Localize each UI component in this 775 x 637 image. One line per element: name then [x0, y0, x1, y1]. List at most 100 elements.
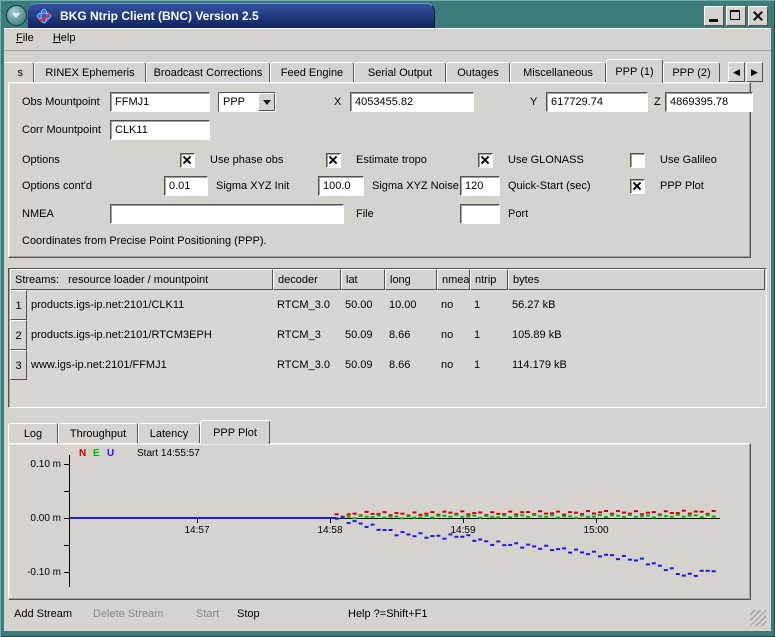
tab-scroll-left-button[interactable]: ◀ — [728, 62, 745, 82]
tab-outages[interactable]: Outages — [446, 62, 510, 82]
sigma-xyz-init-label: Sigma XYZ Init — [216, 179, 289, 193]
resize-grip[interactable] — [750, 610, 766, 626]
cell-nmea[interactable]: no — [437, 350, 470, 380]
cell-nmea[interactable]: no — [437, 290, 470, 320]
cell-mountpoint[interactable]: products.igs-ip.net:2101/RTCM3EPH — [27, 320, 273, 350]
cell-bytes[interactable]: 56.27 kB — [508, 290, 765, 320]
maximize-icon — [730, 10, 740, 20]
estimate-tropo-label: Estimate tropo — [356, 153, 427, 167]
cell-decoder[interactable]: RTCM_3.0 — [273, 350, 341, 380]
window-menu-button[interactable] — [6, 5, 27, 26]
tab-broadcast-corrections[interactable]: Broadcast Corrections — [146, 62, 270, 82]
ppp-note: Coordinates from Precise Point Positioni… — [22, 234, 267, 248]
cell-mountpoint[interactable]: www.igs-ip.net:2101/FFMJ1 — [27, 350, 273, 380]
x-label: X — [334, 95, 341, 109]
obs-mountpoint-field[interactable]: FFMJ1 — [110, 92, 210, 112]
app-window: BKG Ntrip Client (BNC) Version 2.5 File … — [0, 0, 775, 637]
add-stream-button[interactable]: Add Stream — [14, 608, 72, 620]
use-glonass-checkbox[interactable] — [478, 153, 493, 168]
table-row[interactable]: 2 products.igs-ip.net:2101/RTCM3EPH RTCM… — [10, 320, 765, 350]
sigma-xyz-init-field[interactable]: 0.01 — [164, 176, 208, 196]
cell-long[interactable]: 10.00 — [385, 290, 437, 320]
cell-long[interactable]: 8.66 — [385, 350, 437, 380]
cell-nmea[interactable]: no — [437, 320, 470, 350]
tab-serial-output[interactable]: Serial Output — [354, 62, 446, 82]
start-button[interactable]: Start — [196, 608, 219, 620]
chevron-down-icon — [263, 100, 271, 105]
minimize-button[interactable] — [704, 6, 724, 26]
ppp-combo[interactable]: PPP — [218, 92, 276, 112]
col-header-streams[interactable]: Streams: resource loader / mountpoint — [10, 269, 273, 290]
sigma-xyz-noise-field[interactable]: 100.0 — [318, 176, 364, 196]
tab-throughput[interactable]: Throughput — [58, 423, 138, 443]
obs-mountpoint-label: Obs Mountpoint — [22, 95, 100, 109]
cell-ntrip[interactable]: 1 — [470, 320, 508, 350]
cell-lat[interactable]: 50.09 — [341, 320, 385, 350]
ppp-plot-checkbox[interactable] — [630, 179, 645, 194]
nmea-file-field[interactable] — [110, 204, 344, 224]
svg-text:0.10 m: 0.10 m — [30, 459, 61, 470]
cell-ntrip[interactable]: 1 — [470, 290, 508, 320]
y-field[interactable]: 617729.74 — [546, 92, 648, 112]
row-number[interactable]: 2 — [10, 320, 27, 350]
z-field[interactable]: 4869395.78 — [665, 92, 753, 112]
tab-ppp-plot[interactable]: PPP Plot — [200, 420, 270, 444]
use-phase-obs-label: Use phase obs — [210, 153, 283, 167]
quick-start-field[interactable]: 120 — [460, 176, 500, 196]
streams-table: Streams: resource loader / mountpoint de… — [8, 268, 767, 408]
row-number[interactable]: 3 — [10, 350, 27, 380]
options-label: Options — [22, 153, 60, 167]
menu-help-accel: H — [53, 32, 61, 44]
tab-ppp-1[interactable]: PPP (1) — [606, 59, 663, 83]
delete-stream-button[interactable]: Delete Stream — [93, 608, 163, 620]
cell-long[interactable]: 8.66 — [385, 320, 437, 350]
tab-latency[interactable]: Latency — [138, 423, 200, 443]
cell-decoder[interactable]: RTCM_3 — [273, 320, 341, 350]
port-label: Port — [508, 207, 528, 221]
col-header-nmea[interactable]: nmea — [437, 269, 470, 290]
cell-ntrip[interactable]: 1 — [470, 350, 508, 380]
window-title: BKG Ntrip Client (BNC) Version 2.5 — [60, 4, 259, 29]
menu-file[interactable]: File — [8, 28, 42, 48]
col-header-decoder[interactable]: decoder — [273, 269, 341, 290]
corr-mountpoint-field[interactable]: CLK11 — [110, 120, 210, 140]
menu-help[interactable]: Help — [45, 28, 84, 48]
menu-file-accel: F — [16, 32, 23, 44]
svg-text:14:58: 14:58 — [317, 525, 342, 536]
cell-lat[interactable]: 50.00 — [341, 290, 385, 320]
nmea-port-field[interactable] — [460, 204, 500, 224]
col-header-bytes[interactable]: bytes — [508, 269, 765, 290]
table-row[interactable]: 3 www.igs-ip.net:2101/FFMJ1 RTCM_3.0 50.… — [10, 350, 765, 380]
tab-clipped[interactable]: s — [4, 62, 34, 82]
svg-text:-0.10 m: -0.10 m — [27, 567, 61, 578]
tab-scroll-right-button[interactable]: ▶ — [746, 62, 763, 82]
use-galileo-checkbox[interactable] — [630, 153, 645, 168]
use-phase-obs-checkbox[interactable] — [180, 153, 195, 168]
titlebar[interactable]: BKG Ntrip Client (BNC) Version 2.5 — [27, 3, 435, 29]
cell-mountpoint[interactable]: products.igs-ip.net:2101/CLK11 — [27, 290, 273, 320]
tab-log[interactable]: Log — [8, 423, 58, 443]
col-header-long[interactable]: long — [385, 269, 437, 290]
cell-bytes[interactable]: 114.179 kB — [508, 350, 765, 380]
row-number[interactable]: 1 — [10, 290, 27, 320]
stop-button[interactable]: Stop — [237, 608, 260, 620]
col-header-ntrip[interactable]: ntrip — [470, 269, 508, 290]
x-field[interactable]: 4053455.82 — [350, 92, 474, 112]
tab-miscellaneous[interactable]: Miscellaneous — [510, 62, 606, 82]
table-row[interactable]: 1 products.igs-ip.net:2101/CLK11 RTCM_3.… — [10, 290, 765, 320]
menubar: File Help — [4, 28, 771, 51]
tab-ppp-2[interactable]: PPP (2) — [663, 62, 720, 82]
cell-bytes[interactable]: 105.89 kB — [508, 320, 765, 350]
close-button[interactable] — [748, 6, 768, 26]
cell-lat[interactable]: 50.09 — [341, 350, 385, 380]
maximize-button[interactable] — [726, 6, 746, 26]
table-header-row: Streams: resource loader / mountpoint de… — [10, 269, 765, 290]
tab-rinex-ephemeris[interactable]: RINEX Ephemeris — [34, 62, 146, 82]
col-header-lat[interactable]: lat — [341, 269, 385, 290]
ppp-combo-dropdown-button[interactable] — [258, 93, 275, 111]
tab-feed-engine[interactable]: Feed Engine — [270, 62, 354, 82]
estimate-tropo-checkbox[interactable] — [326, 153, 341, 168]
quick-start-label: Quick-Start (sec) — [508, 179, 591, 193]
arrow-right-icon: ▶ — [751, 67, 758, 77]
cell-decoder[interactable]: RTCM_3.0 — [273, 290, 341, 320]
